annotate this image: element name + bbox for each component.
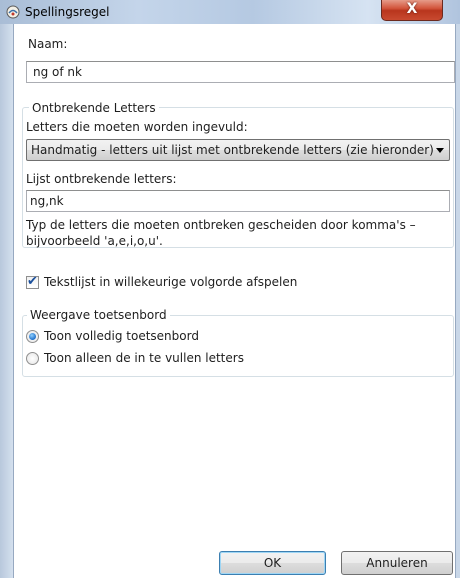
app-icon xyxy=(6,5,20,19)
mode-select[interactable]: Handmatig - letters uit lijst met ontbre… xyxy=(26,139,450,161)
missing-letters-hint: Typ de letters die moeten ontbreken gesc… xyxy=(26,218,416,248)
chevron-down-icon xyxy=(436,148,444,153)
keyboard-group xyxy=(22,315,454,377)
random-order-checkbox[interactable]: ✔ xyxy=(26,274,39,289)
checkmark-icon: ✔ xyxy=(27,274,38,289)
window-frame-left xyxy=(0,24,14,578)
mode-select-value: Handmatig - letters uit lijst met ontbre… xyxy=(31,143,434,157)
name-input[interactable] xyxy=(26,61,455,83)
radio-full-keyboard[interactable] xyxy=(26,330,39,343)
close-button[interactable]: X xyxy=(381,0,443,21)
radio-only-letters[interactable] xyxy=(26,352,39,365)
dialog-body: Naam: Ontbrekende Letters Letters die mo… xyxy=(14,24,455,578)
cancel-button[interactable]: Annuleren xyxy=(341,551,453,575)
random-order-label[interactable]: Tekstlijst in willekeurige volgorde afsp… xyxy=(44,275,297,289)
spellingsregel-dialog: Spellingsregel X Naam: Ontbrekende Lette… xyxy=(0,0,460,578)
window-frame-right xyxy=(455,24,460,578)
radio-full-keyboard-label[interactable]: Toon volledig toetsenbord xyxy=(44,329,199,343)
missing-letters-legend: Ontbrekende Letters xyxy=(29,101,159,115)
missing-letters-input[interactable] xyxy=(26,190,450,212)
mode-label: Letters die moeten worden ingevuld: xyxy=(26,120,248,134)
radio-only-letters-label[interactable]: Toon alleen de in te vullen letters xyxy=(44,351,244,365)
ok-button[interactable]: OK xyxy=(219,551,326,575)
keyboard-legend: Weergave toetsenbord xyxy=(27,308,170,322)
close-icon: X xyxy=(406,1,418,17)
title-bar[interactable]: Spellingsregel X xyxy=(0,0,460,25)
window-title: Spellingsregel xyxy=(25,5,110,19)
radio-selected-dot xyxy=(29,333,36,340)
name-label: Naam: xyxy=(28,37,68,51)
list-label: Lijst ontbrekende letters: xyxy=(26,172,177,186)
